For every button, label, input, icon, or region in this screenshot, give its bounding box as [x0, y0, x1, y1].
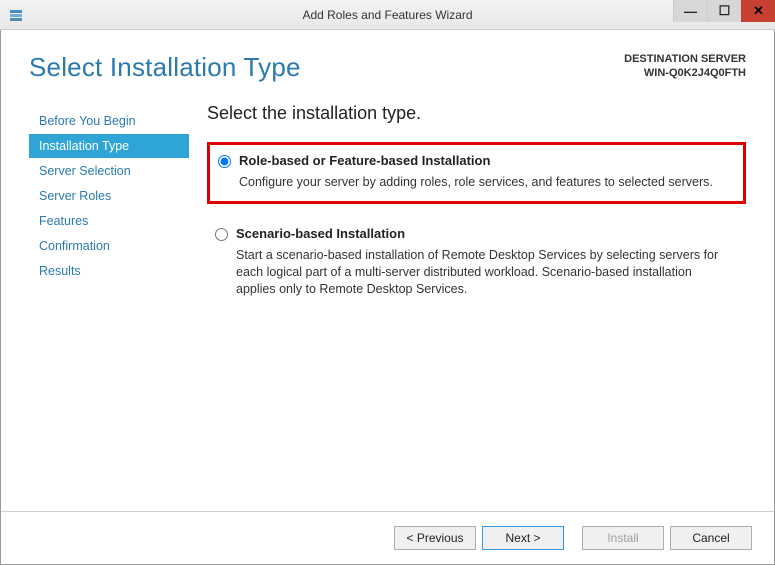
- sidebar-item-results[interactable]: Results: [29, 259, 189, 283]
- destination-label: DESTINATION SERVER: [624, 52, 746, 66]
- title-bar: Add Roles and Features Wizard — ☐ ✕: [0, 0, 775, 30]
- sidebar-item-installation-type[interactable]: Installation Type: [29, 134, 189, 158]
- app-icon: [8, 7, 24, 23]
- sidebar-item-confirmation[interactable]: Confirmation: [29, 234, 189, 258]
- radio-row-role-based: Role-based or Feature-based Installation: [218, 153, 731, 168]
- next-button[interactable]: Next >: [482, 526, 564, 550]
- sidebar-item-before-you-begin[interactable]: Before You Begin: [29, 109, 189, 133]
- main-heading: Select the installation type.: [207, 103, 746, 124]
- window-controls: — ☐ ✕: [673, 0, 775, 22]
- install-button[interactable]: Install: [582, 526, 664, 550]
- radio-row-scenario-based: Scenario-based Installation: [215, 226, 734, 241]
- sidebar-item-server-selection[interactable]: Server Selection: [29, 159, 189, 183]
- cancel-button[interactable]: Cancel: [670, 526, 752, 550]
- footer: < Previous Next > Install Cancel: [1, 511, 774, 564]
- destination-server: DESTINATION SERVER WIN-Q0K2J4Q0FTH: [624, 52, 746, 81]
- close-button[interactable]: ✕: [741, 0, 775, 22]
- sidebar-item-server-roles[interactable]: Server Roles: [29, 184, 189, 208]
- window-title: Add Roles and Features Wizard: [302, 8, 472, 22]
- maximize-button[interactable]: ☐: [707, 0, 741, 22]
- previous-button[interactable]: < Previous: [394, 526, 476, 550]
- radio-scenario-based[interactable]: [215, 228, 228, 241]
- sidebar: Before You Begin Installation Type Serve…: [29, 103, 189, 501]
- radio-desc-role-based: Configure your server by adding roles, r…: [239, 174, 731, 191]
- radio-label-scenario-based[interactable]: Scenario-based Installation: [236, 226, 405, 241]
- radio-label-role-based[interactable]: Role-based or Feature-based Installation: [239, 153, 490, 168]
- page-title: Select Installation Type: [29, 52, 301, 83]
- option-scenario-based: Scenario-based Installation Start a scen…: [207, 218, 746, 308]
- radio-desc-scenario-based: Start a scenario-based installation of R…: [236, 247, 734, 298]
- header: Select Installation Type DESTINATION SER…: [1, 30, 774, 93]
- radio-role-based[interactable]: [218, 155, 231, 168]
- sidebar-item-features[interactable]: Features: [29, 209, 189, 233]
- main-panel: Select the installation type. Role-based…: [207, 103, 746, 501]
- destination-name: WIN-Q0K2J4Q0FTH: [624, 66, 746, 80]
- content: Before You Begin Installation Type Serve…: [1, 93, 774, 511]
- wizard-body: Select Installation Type DESTINATION SER…: [0, 30, 775, 565]
- option-role-based: Role-based or Feature-based Installation…: [207, 142, 746, 204]
- minimize-button[interactable]: —: [673, 0, 707, 22]
